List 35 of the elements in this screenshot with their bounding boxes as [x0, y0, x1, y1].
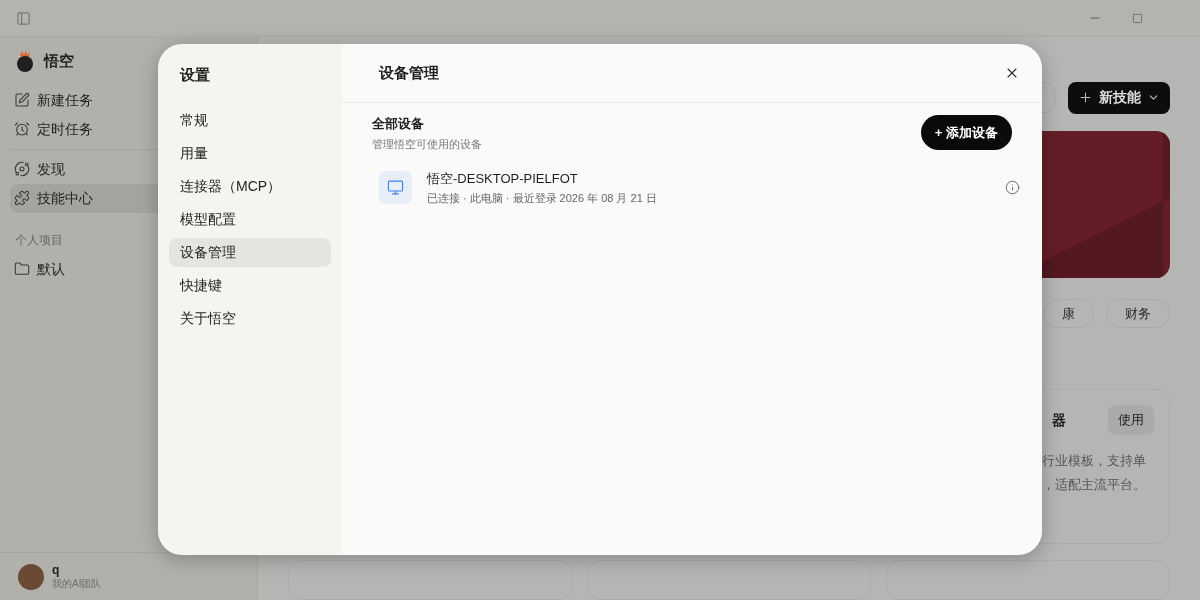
monitor-icon — [379, 171, 412, 205]
team-name: 我的AI团队 — [52, 577, 102, 590]
folder-icon — [14, 261, 30, 277]
card-description: ，适配主流平台。 — [1042, 476, 1146, 494]
use-button[interactable]: 使用 — [1108, 405, 1154, 435]
puzzle-icon — [14, 190, 30, 206]
section-label: 个人项目 — [14, 231, 64, 249]
app-name: 悟空 — [44, 51, 74, 71]
logo-icon — [14, 50, 36, 73]
new-skill-button[interactable]: 新技能 — [1068, 81, 1170, 114]
add-device-button[interactable]: + 添加设备 — [920, 115, 1012, 150]
maximize-icon — [1132, 12, 1143, 24]
planet-icon — [14, 161, 30, 177]
settings-menu-item[interactable]: 设备管理 — [169, 237, 331, 267]
page-title: 设备管理 — [379, 62, 440, 83]
plus-icon — [1078, 90, 1093, 105]
user-name: q — [52, 563, 61, 577]
settings-menu-item[interactable]: 用量 — [169, 138, 331, 168]
edit-icon — [14, 92, 30, 108]
card-description: 行业模板，支持单 — [1042, 452, 1146, 470]
alarm-clock-icon — [14, 121, 30, 137]
section-title: 全部设备 — [372, 115, 425, 133]
info-icon[interactable] — [1005, 180, 1020, 196]
maximize-button[interactable] — [1132, 12, 1143, 24]
device-status: 已连接 · 此电脑 · 最近登录 2026 年 08 月 21 日 — [427, 190, 658, 206]
avatar[interactable] — [18, 563, 44, 590]
dialog-title: 设置 — [178, 65, 211, 85]
settings-menu-item[interactable]: 快捷键 — [169, 270, 331, 300]
sidebar-toggle-button[interactable] — [16, 10, 31, 26]
section-subtitle: 管理悟空可使用的设备 — [372, 137, 483, 152]
card-title: 器 — [1052, 410, 1066, 430]
settings-menu-item[interactable]: 常规 — [169, 105, 331, 135]
settings-menu-item[interactable]: 关于悟空 — [169, 303, 331, 333]
device-name: 悟空-DESKTOP-PIELFOT — [427, 169, 579, 188]
sidebar-icon — [16, 10, 31, 26]
